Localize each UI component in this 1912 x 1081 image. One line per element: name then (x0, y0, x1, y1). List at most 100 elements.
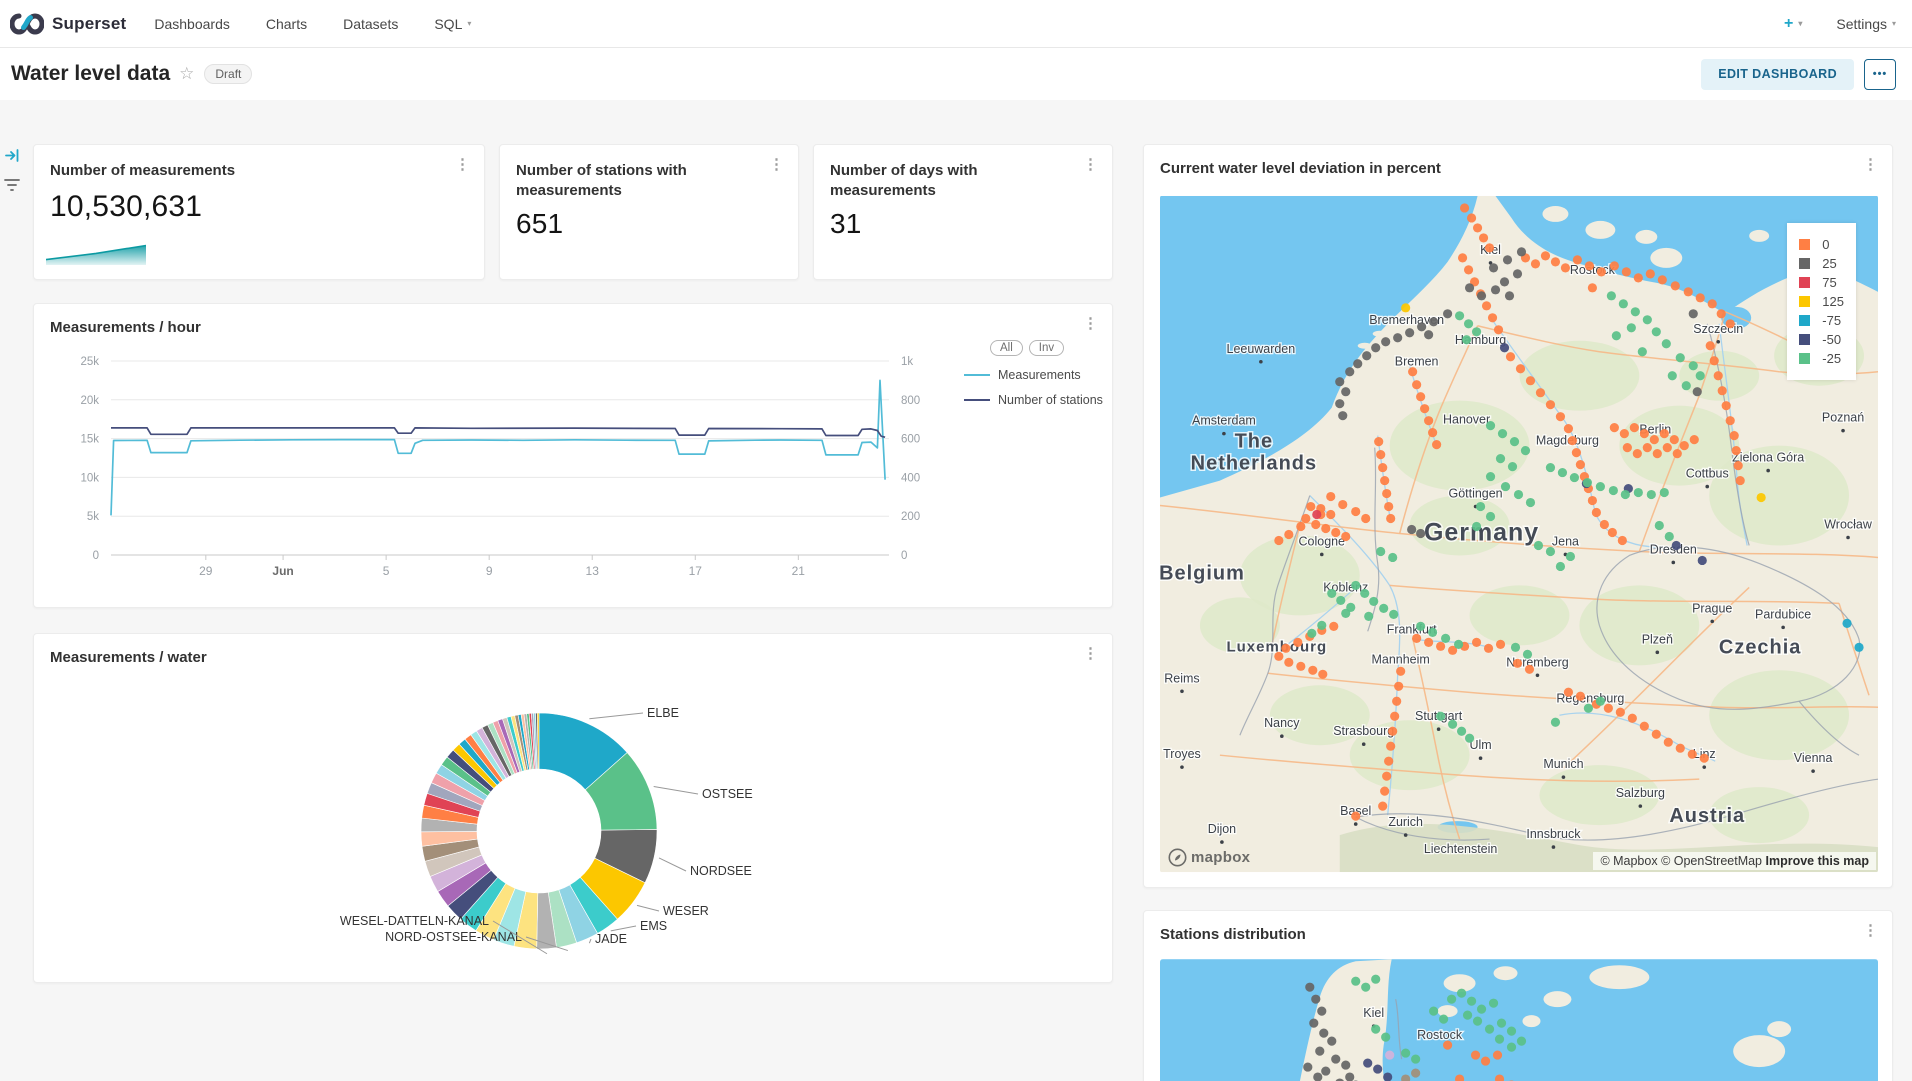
svg-text:Pardubice: Pardubice (1755, 607, 1811, 621)
settings-menu[interactable]: Settings ▾ (1836, 16, 1896, 32)
expand-filter-bar-icon[interactable] (5, 148, 20, 168)
svg-text:10k: 10k (80, 472, 99, 484)
kpi-value: 10,530,631 (50, 190, 468, 224)
legend-color-swatch (1799, 315, 1810, 326)
svg-text:Poznań: Poznań (1822, 411, 1864, 425)
chart-title: Number of stations with measurements (516, 161, 782, 202)
legend-item[interactable]: Number of stations (964, 393, 1114, 407)
kpi-value: 31 (830, 208, 1096, 240)
svg-text:Cottbus: Cottbus (1686, 467, 1729, 481)
map-legend-item[interactable]: -25 (1799, 351, 1844, 366)
map-legend-item[interactable]: 75 (1799, 275, 1844, 290)
chevron-down-icon: ▾ (467, 19, 471, 28)
svg-text:Innsbruck: Innsbruck (1526, 827, 1581, 841)
legend-label: 25 (1822, 256, 1836, 271)
svg-text:NORD-OSTSEE-KANAL: NORD-OSTSEE-KANAL (385, 930, 522, 944)
chart-menu-icon[interactable]: ⋮ (1083, 157, 1098, 172)
svg-text:Bremen: Bremen (1395, 355, 1439, 369)
nav-item-charts[interactable]: Charts (266, 16, 307, 32)
brand-name[interactable]: Superset (52, 14, 126, 34)
svg-text:Salzburg: Salzburg (1616, 786, 1665, 800)
measurements-hour-card: Measurements / hour ⋮ 005k20010k40015k60… (33, 303, 1113, 608)
map-legend-item[interactable]: 25 (1799, 256, 1844, 271)
chart-menu-icon[interactable]: ⋮ (1863, 157, 1878, 172)
svg-text:WESER: WESER (663, 904, 709, 918)
improve-map-link[interactable]: Improve this map (1766, 854, 1870, 868)
legend-label: -50 (1822, 332, 1841, 347)
chart-menu-icon[interactable]: ⋮ (455, 157, 470, 172)
main-nav: Dashboards Charts Datasets SQL▾ (154, 16, 471, 32)
chevron-down-icon: ▾ (1892, 19, 1896, 28)
svg-text:Leeuwarden: Leeuwarden (1227, 342, 1296, 356)
deviation-map-card: Current water level deviation in percent… (1143, 144, 1893, 888)
kpi-card-days: Number of days with measurements ⋮ 31 (813, 144, 1113, 280)
legend-color-swatch (1799, 239, 1810, 250)
nav-item-datasets[interactable]: Datasets (343, 16, 398, 32)
edit-dashboard-button[interactable]: EDIT DASHBOARD (1701, 59, 1854, 90)
svg-text:21: 21 (792, 564, 806, 578)
measurements-water-card: Measurements / water ⋮ ELBEOSTSEENORDSEE… (33, 633, 1113, 983)
legend-label: 125 (1822, 294, 1844, 309)
line-chart[interactable]: 005k20010k40015k60020k80025k1k29Jun59131… (34, 326, 1112, 606)
svg-text:0: 0 (93, 550, 99, 562)
chevron-down-icon: ▾ (1798, 19, 1802, 28)
svg-text:29: 29 (199, 564, 213, 578)
chart-title: Number of days with measurements (830, 161, 1096, 202)
kpi-trendline (46, 239, 146, 265)
nav-item-dashboards[interactable]: Dashboards (154, 16, 230, 32)
filter-icon[interactable] (4, 178, 20, 197)
legend-line-swatch (964, 399, 990, 401)
deviation-map[interactable]: TheNetherlandsBelgiumLuxembourgGermanyCz… (1160, 195, 1878, 873)
svg-text:Nancy: Nancy (1264, 716, 1300, 730)
legend-inv-button[interactable]: Inv (1029, 340, 1064, 356)
svg-text:600: 600 (901, 434, 920, 446)
svg-text:Czechia: Czechia (1719, 636, 1801, 658)
legend-all-button[interactable]: All (990, 340, 1023, 356)
stations-distribution-card: Stations distribution ⋮ KielRostock (1143, 910, 1893, 1081)
svg-text:Kiel: Kiel (1363, 1006, 1384, 1020)
svg-text:WESEL-DATTELN-KANAL: WESEL-DATTELN-KANAL (340, 914, 489, 928)
map-legend-item[interactable]: 125 (1799, 294, 1844, 309)
svg-text:Vienna: Vienna (1794, 751, 1833, 765)
legend-label: 75 (1822, 275, 1836, 290)
svg-text:Jun: Jun (272, 564, 293, 578)
svg-text:JADE: JADE (595, 932, 627, 946)
svg-text:Netherlands: Netherlands (1191, 453, 1317, 475)
map-legend-item[interactable]: -50 (1799, 332, 1844, 347)
svg-text:OSTSEE: OSTSEE (702, 787, 753, 801)
mapbox-logo[interactable]: mapbox (1168, 848, 1250, 867)
nav-item-sql[interactable]: SQL▾ (434, 16, 471, 32)
map-legend-item[interactable]: -75 (1799, 313, 1844, 328)
svg-text:Szczecin: Szczecin (1693, 322, 1743, 336)
svg-text:800: 800 (901, 395, 920, 407)
map-legend-item[interactable]: 0 (1799, 237, 1844, 252)
svg-text:20k: 20k (80, 395, 99, 407)
chart-menu-icon[interactable]: ⋮ (1863, 923, 1878, 938)
plus-icon: + (1784, 15, 1793, 33)
svg-text:25k: 25k (80, 356, 99, 368)
svg-text:Munich: Munich (1543, 757, 1583, 771)
new-dropdown-button[interactable]: + ▾ (1784, 15, 1802, 33)
svg-text:Belgium: Belgium (1160, 562, 1245, 584)
top-navbar: Superset Dashboards Charts Datasets SQL▾ + … (0, 0, 1912, 48)
superset-logo-icon[interactable] (10, 13, 44, 35)
svg-text:NORDSEE: NORDSEE (690, 864, 752, 878)
svg-text:The: The (1235, 431, 1274, 453)
svg-text:Magdeburg: Magdeburg (1536, 434, 1599, 448)
svg-text:Dijon: Dijon (1208, 822, 1236, 836)
stations-map[interactable]: KielRostock (1160, 959, 1878, 1081)
svg-text:Göttingen: Göttingen (1449, 487, 1503, 501)
svg-text:13: 13 (586, 564, 600, 578)
svg-text:Hanover: Hanover (1443, 413, 1490, 427)
map-legend: 0 25 75 125 -75 -50 -25 (1787, 223, 1856, 380)
favorite-star-icon[interactable]: ☆ (179, 64, 194, 84)
legend-item[interactable]: Measurements (964, 368, 1114, 382)
donut-chart[interactable]: ELBEOSTSEENORDSEEWESEREMSJADENORD-OSTSEE… (34, 634, 1112, 982)
chart-menu-icon[interactable]: ⋮ (769, 157, 784, 172)
svg-text:Strasbourg: Strasbourg (1333, 724, 1394, 738)
svg-text:Wrocław: Wrocław (1824, 518, 1873, 532)
more-options-button[interactable]: ••• (1864, 59, 1896, 90)
legend-label: Number of stations (998, 393, 1103, 407)
svg-text:Germany: Germany (1424, 518, 1539, 546)
kpi-card-stations: Number of stations with measurements ⋮ 6… (499, 144, 799, 280)
